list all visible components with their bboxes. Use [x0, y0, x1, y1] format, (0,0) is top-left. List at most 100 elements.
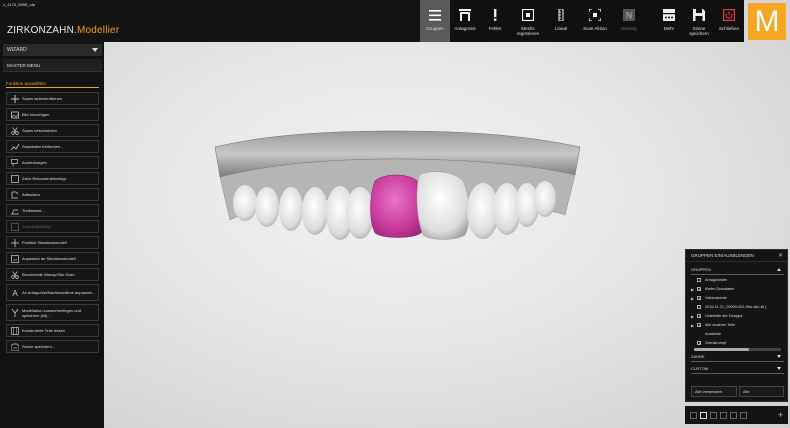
layout-left-icon[interactable] — [730, 411, 737, 419]
menu-item-label: Beschneide Waxup/Situ Scan — [22, 272, 75, 277]
chevron-up-icon[interactable] — [777, 268, 781, 271]
toolbar-meshs-registrieren-button[interactable]: Meshs registrieren — [510, 0, 546, 42]
menu-item-label: Konstruierte Teile fräsen — [22, 328, 66, 333]
toolbar-fehler-button[interactable]: Fehler — [480, 0, 510, 42]
show-all-button[interactable]: Alle — [739, 386, 784, 397]
group-label: Unterteile der Designs — [705, 314, 743, 318]
menu-item-label: Scans laden/entfernen — [22, 96, 63, 101]
toolbar-label: Gruppen — [426, 26, 444, 31]
menu-position-situationsmodell[interactable]: Position Situationsmodell — [6, 236, 99, 249]
tooth-central-left-highlighted[interactable] — [370, 174, 425, 238]
toolbar-label: Fehler — [488, 26, 502, 31]
svg-text:N: N — [626, 11, 633, 21]
group-item-vollanatomie[interactable]: ▶ Vollanatomie — [691, 294, 784, 302]
checkbox[interactable] — [697, 296, 701, 300]
menu-anpassen-situationsmodell[interactable]: Anpassen an Situationsmodell — [6, 252, 99, 265]
close-icon[interactable]: ✕ — [778, 250, 783, 262]
window-label: z_4175_8956_ufa — [3, 2, 36, 7]
menu-scandaten-freiformen[interactable]: Scandaten freiformen... — [6, 140, 99, 153]
toolbar-nesting-button[interactable]: N Nesting — [614, 0, 644, 42]
section-custom[interactable]: CUSTOM — [691, 366, 784, 371]
menu-beschneide-waxup[interactable]: Beschneide Waxup/Situ Scan — [6, 268, 99, 281]
group-item-antagonisten[interactable]: Antagonisten — [691, 276, 784, 284]
menu-anmerkungen[interactable]: Anmerkungen — [6, 156, 99, 169]
checkbox[interactable] — [697, 332, 701, 336]
3d-viewport[interactable] — [0, 0, 790, 428]
layout-single-icon[interactable] — [690, 411, 697, 419]
checkbox[interactable] — [697, 323, 701, 327]
annotation-icon — [10, 158, 18, 166]
menu-artikulator[interactable]: Artikulator — [6, 188, 99, 201]
hide-all-button[interactable]: Alle verstecken — [691, 386, 737, 397]
wizard-dropdown[interactable]: WIZARD — [3, 44, 102, 56]
brand-name: ZIRKONZAHN — [7, 25, 74, 36]
more-icon — [663, 9, 675, 21]
group-item-unterteile[interactable]: ▶ Unterteile der Designs — [691, 312, 784, 320]
section-zaehne[interactable]: ZÄHNE — [691, 354, 784, 359]
dental-model-3d[interactable] — [205, 125, 585, 245]
articulator-icon — [11, 191, 18, 198]
toolbar-lineal-button[interactable]: Lineal — [546, 0, 576, 42]
scissors-icon — [10, 126, 19, 135]
tooth-premolar-right-2 — [534, 181, 556, 217]
section-gruppen[interactable]: GRUPPEN — [691, 267, 784, 272]
brand-app: .Modellier — [74, 25, 120, 36]
groups-panel-title: GRUPPEN EIN/AUSBLENDEN — [691, 253, 754, 258]
group-item-kiefer-scandaten[interactable]: ▶ Kiefer-Scandaten — [691, 285, 784, 293]
chevron-down-icon[interactable] — [777, 367, 781, 370]
menu-zahnaufstellung[interactable]: Zahnaufstellung — [6, 220, 99, 233]
tooth-premolar-left-1 — [279, 187, 303, 231]
menu-modellation-zusammenfuegen[interactable]: Modellation zusammenfügen und speichern … — [6, 304, 99, 321]
toolbar-antagonist-button[interactable]: Antagonist — [450, 0, 480, 42]
position-icon — [10, 238, 19, 247]
master-menu[interactable]: MASTER MENU — [3, 59, 102, 72]
group-item-geruestrumpf[interactable]: Gerüstrumpf — [691, 339, 784, 347]
layout-split-icon[interactable] — [710, 411, 717, 419]
menu-scans-laden[interactable]: Scans laden/entfernen — [6, 92, 99, 105]
layout-right-icon[interactable] — [740, 411, 747, 419]
checkbox[interactable] — [697, 278, 701, 282]
tooth-molar-left-1 — [233, 185, 257, 221]
checkbox[interactable] — [697, 305, 701, 309]
scrollbar-thumb[interactable] — [694, 348, 749, 351]
toolbar-label: Meshs registrieren — [516, 26, 540, 36]
menu-item-label: Anpassen an Situationsmodell — [22, 256, 76, 261]
toolbar-gruppen-button[interactable]: Gruppen — [420, 0, 450, 42]
checkbox[interactable] — [697, 314, 701, 318]
toolbar-schliessen-button[interactable]: Schließen — [714, 0, 744, 42]
group-item-anatomie[interactable]: Anatomie — [691, 330, 784, 338]
menu-antagonist-anpassen[interactable]: A An Antagonist/Nachbarzähne anpassen... — [6, 284, 99, 301]
menu-item-label: Treibsmesi... — [22, 208, 45, 213]
menu-item-label: An Antagonist/Nachbarzähne anpassen... — [22, 290, 96, 295]
view-layout-bar: + — [685, 406, 788, 424]
horizontal-scrollbar[interactable] — [694, 348, 781, 351]
toolbar-label: Szene speichern — [689, 26, 709, 36]
adapt-icon — [10, 254, 19, 263]
save-icon — [693, 9, 705, 21]
scan-action-icon — [589, 9, 601, 21]
antagonist-adapt-icon: A — [12, 289, 18, 297]
ruler-icon — [558, 9, 564, 21]
menu-bild-hinzufuegen[interactable]: Bild hinzufügen — [6, 108, 99, 121]
tooth-molar-left-2 — [255, 187, 279, 227]
section-divider — [691, 373, 784, 374]
checkbox[interactable] — [697, 341, 701, 345]
group-item-situ-stl[interactable]: 2016-11-21_00009-002-Situ-situ.stl ( — [691, 303, 784, 311]
add-view-icon[interactable]: + — [778, 410, 783, 420]
toolbar-scan-aktion-button[interactable]: Scan Aktion — [576, 0, 614, 42]
toolbar-szene-speichern-button[interactable]: Szene speichern — [684, 0, 714, 42]
layout-square-icon[interactable] — [700, 411, 707, 419]
menu-zahn-rekonstruktionstyp[interactable]: Zahn-Rekonstruktionstyp — [6, 172, 99, 185]
section-divider — [691, 274, 784, 275]
checkbox[interactable] — [697, 287, 701, 291]
menu-szene-speichern[interactable]: Szene speichern... — [6, 340, 99, 353]
top-bar: z_4175_8956_ufa ZIRKONZAHN.Modellier Gru… — [0, 0, 790, 42]
menu-konstruierte-teile-fraesen[interactable]: Konstruierte Teile fräsen — [6, 324, 99, 337]
menu-treibsmesi[interactable]: Treibsmesi... — [6, 204, 99, 217]
layout-quad-icon[interactable] — [720, 411, 727, 419]
menu-scans-beschneiden[interactable]: Scans beschneiden — [6, 124, 99, 137]
group-item-alle-anderen-teile[interactable]: ▶ Alle anderen Teile — [691, 321, 784, 329]
toolbar-mehr-button[interactable]: Mehr — [654, 0, 684, 42]
chevron-down-icon[interactable] — [777, 355, 781, 358]
